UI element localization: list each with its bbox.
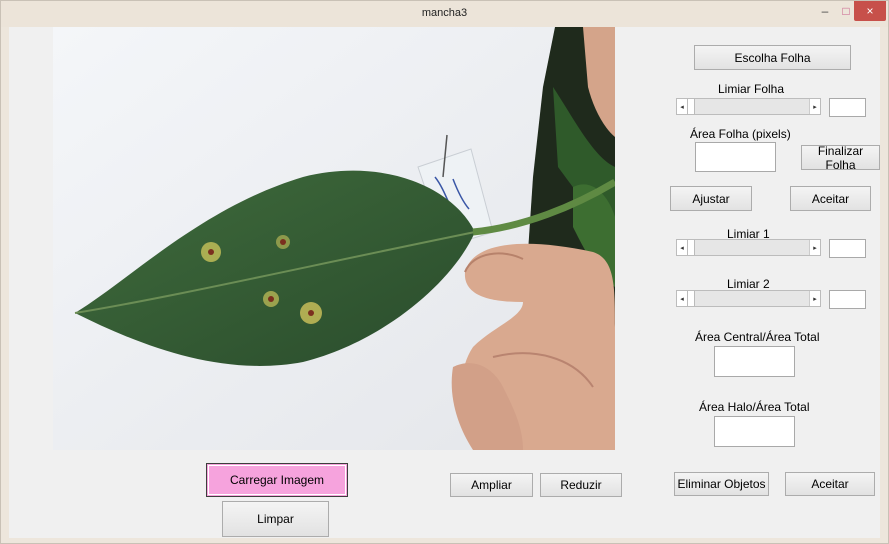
- slider-thumb[interactable]: [687, 291, 695, 306]
- arrow-right-icon[interactable]: ▸: [809, 291, 820, 306]
- threshold2-slider[interactable]: ◂ ▸: [676, 290, 821, 307]
- choose-leaf-button[interactable]: Escolha Folha: [694, 45, 851, 70]
- accept-button-1[interactable]: Aceitar: [790, 186, 871, 211]
- leaf-threshold-field[interactable]: [829, 98, 866, 117]
- zoom-in-button[interactable]: Ampliar: [450, 473, 533, 497]
- arrow-right-icon[interactable]: ▸: [809, 240, 820, 255]
- threshold2-field[interactable]: [829, 290, 866, 309]
- adjust-button[interactable]: Ajustar: [670, 186, 752, 211]
- threshold2-label: Limiar 2: [727, 277, 770, 291]
- slider-thumb[interactable]: [687, 99, 695, 114]
- clear-button[interactable]: Limpar: [222, 501, 329, 537]
- accept-button-2[interactable]: Aceitar: [785, 472, 875, 496]
- central-area-field[interactable]: [714, 346, 795, 377]
- close-icon[interactable]: ×: [854, 1, 886, 21]
- maximize-icon[interactable]: □: [838, 1, 854, 21]
- threshold1-field[interactable]: [829, 239, 866, 258]
- remove-objects-button[interactable]: Eliminar Objetos: [674, 472, 769, 496]
- load-image-button[interactable]: Carregar Imagem: [206, 463, 348, 497]
- arrow-right-icon[interactable]: ▸: [809, 99, 820, 114]
- leaf-threshold-slider[interactable]: ◂ ▸: [676, 98, 821, 115]
- app-window: mancha3 – □ × Carregar Imagem Limpar Amp…: [0, 0, 889, 544]
- zoom-out-button[interactable]: Reduzir: [540, 473, 622, 497]
- threshold1-slider[interactable]: ◂ ▸: [676, 239, 821, 256]
- window-title: mancha3: [421, 7, 468, 19]
- halo-area-label: Área Halo/Área Total: [699, 400, 810, 414]
- image-display: [53, 27, 615, 450]
- leaf-threshold-label: Limiar Folha: [718, 82, 785, 96]
- halo-area-field[interactable]: [714, 416, 795, 447]
- leaf-photo-icon: [53, 27, 615, 450]
- slider-thumb[interactable]: [687, 240, 695, 255]
- main-panel: Carregar Imagem Limpar Ampliar Reduzir E…: [9, 27, 880, 538]
- leaf-area-field[interactable]: [695, 142, 776, 172]
- central-area-label: Área Central/Área Total: [695, 330, 820, 344]
- title-bar[interactable]: mancha3 – □ ×: [1, 1, 888, 27]
- minimize-icon[interactable]: –: [812, 1, 838, 21]
- finish-leaf-button[interactable]: Finalizar Folha: [801, 144, 880, 172]
- leaf-area-label: Área Folha (pixels): [690, 127, 791, 141]
